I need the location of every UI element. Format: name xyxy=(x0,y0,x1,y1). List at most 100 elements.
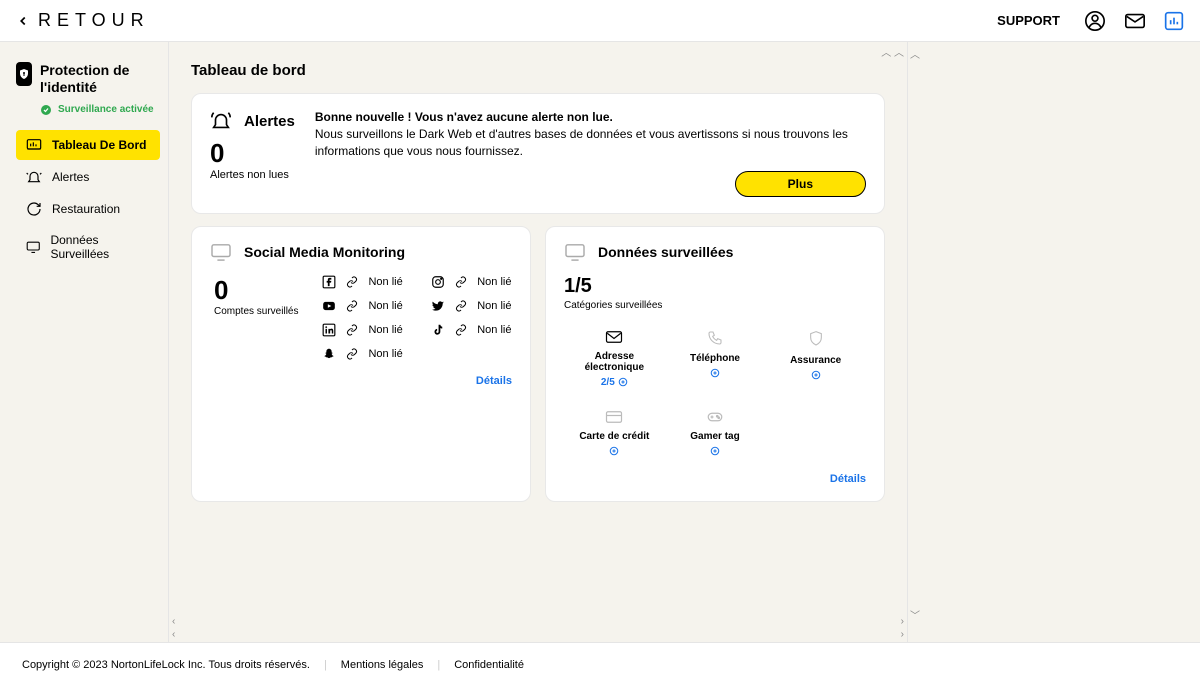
link-icon xyxy=(455,300,467,312)
monitored-data-card: Données surveillées 1/5 Catégories surve… xyxy=(545,226,885,502)
shield-icon xyxy=(808,330,824,348)
app-badge-icon xyxy=(16,62,32,86)
main-content: ︿ ︿ Tableau de bord Alertes 0 Alertes no… xyxy=(168,42,908,642)
sm-sub: Comptes surveillés xyxy=(214,306,298,318)
mon-label: Carte de crédit xyxy=(564,431,665,442)
plus-circle-icon xyxy=(710,368,720,378)
sm-item-twitter[interactable]: Non lié xyxy=(431,299,512,313)
mon-label: Téléphone xyxy=(665,353,766,364)
alerts-count: 0 xyxy=(210,138,295,169)
bell-ring-icon xyxy=(210,110,232,132)
sm-count: 0 xyxy=(214,275,298,306)
check-circle-icon xyxy=(40,104,52,116)
sm-status: Non lié xyxy=(368,348,402,360)
mon-email-status: 2/5 xyxy=(601,377,615,388)
mail-icon[interactable] xyxy=(1124,10,1146,32)
footer-privacy-link[interactable]: Confidentialité xyxy=(454,659,524,671)
alerts-description: Nous surveillons le Dark Web et d'autres… xyxy=(315,126,866,161)
nav-dashboard[interactable]: Tableau De Bord xyxy=(16,130,160,160)
mon-item-email[interactable]: Adresse électronique 2/5 xyxy=(564,330,665,388)
mon-label: Adresse électronique xyxy=(564,351,665,373)
footer: Copyright © 2023 NortonLifeLock Inc. Tou… xyxy=(0,642,1200,687)
mon-label: Gamer tag xyxy=(665,431,766,442)
alerts-headline: Bonne nouvelle ! Vous n'avez aucune aler… xyxy=(315,110,866,124)
sm-title: Social Media Monitoring xyxy=(244,244,405,260)
nav-label: Tableau De Bord xyxy=(52,138,146,152)
plus-circle-icon xyxy=(811,370,821,380)
status-text: Surveillance activée xyxy=(58,104,154,115)
monitor-icon xyxy=(26,239,40,255)
nav: Tableau De Bord Alertes Restauration Don… xyxy=(16,130,160,268)
sidebar: Protection de l'identité Surveillance ac… xyxy=(0,42,168,642)
scroll-indicator-icon: ›› xyxy=(901,616,904,640)
social-media-card: Social Media Monitoring 0 Comptes survei… xyxy=(191,226,531,502)
page-title: Tableau de bord xyxy=(191,62,885,79)
sm-item-tiktok[interactable]: Non lié xyxy=(431,323,512,337)
nav-alerts[interactable]: Alertes xyxy=(16,162,160,192)
sm-status: Non lié xyxy=(477,324,511,336)
nav-label: Restauration xyxy=(52,202,120,216)
phone-icon xyxy=(707,330,723,346)
nav-restore[interactable]: Restauration xyxy=(16,194,160,224)
gamepad-icon xyxy=(706,410,724,424)
sm-status: Non lié xyxy=(368,300,402,312)
sm-item-linkedin[interactable]: Non lié xyxy=(322,323,403,337)
mon-item-gamer[interactable]: Gamer tag xyxy=(665,410,766,459)
nav-label: Alertes xyxy=(52,170,89,184)
sm-details-link[interactable]: Détails xyxy=(210,375,512,387)
support-link[interactable]: SUPPORT xyxy=(997,13,1060,28)
scroll-indicator-icon: ︿ ︿ xyxy=(881,44,904,59)
status-row: Surveillance activée xyxy=(40,104,160,116)
monitor-outline-icon xyxy=(564,243,586,261)
sm-item-snapchat[interactable]: Non lié xyxy=(322,347,403,361)
twitter-icon xyxy=(431,299,445,313)
sm-status: Non lié xyxy=(368,276,402,288)
link-icon xyxy=(346,324,358,336)
mon-label: Assurance xyxy=(765,355,866,366)
sm-item-youtube[interactable]: Non lié xyxy=(322,299,403,313)
mon-sub: Catégories surveillées xyxy=(564,300,866,312)
youtube-icon xyxy=(322,299,336,313)
instagram-icon xyxy=(431,275,445,289)
back-label: Retour xyxy=(38,10,150,31)
mon-item-phone[interactable]: Téléphone xyxy=(665,330,766,388)
sm-item-instagram[interactable]: Non lié xyxy=(431,275,512,289)
more-button[interactable]: Plus xyxy=(735,171,866,197)
nav-monitored[interactable]: Données Surveillées xyxy=(16,226,160,268)
plus-circle-icon xyxy=(618,377,628,387)
mon-details-link[interactable]: Détails xyxy=(564,473,866,485)
alerts-sub: Alertes non lues xyxy=(210,169,295,181)
footer-copyright: Copyright © 2023 NortonLifeLock Inc. Tou… xyxy=(22,659,310,671)
mon-title: Données surveillées xyxy=(598,244,733,260)
sm-status: Non lié xyxy=(477,300,511,312)
link-icon xyxy=(346,300,358,312)
refresh-icon xyxy=(26,201,42,217)
link-icon xyxy=(455,276,467,288)
scroll-indicator-icon: ‹‹ xyxy=(172,616,175,640)
monitor-outline-icon xyxy=(210,243,232,261)
back-button[interactable]: Retour xyxy=(16,10,150,31)
account-icon[interactable] xyxy=(1084,10,1106,32)
snapchat-icon xyxy=(322,347,336,361)
plus-circle-icon xyxy=(609,446,619,456)
mail-icon xyxy=(605,330,623,344)
topbar: Retour SUPPORT xyxy=(0,0,1200,42)
bell-icon xyxy=(26,169,42,185)
link-icon xyxy=(346,276,358,288)
link-icon xyxy=(455,324,467,336)
mon-ratio: 1/5 xyxy=(564,275,866,298)
stats-icon[interactable] xyxy=(1164,11,1184,31)
footer-legal-link[interactable]: Mentions légales xyxy=(341,659,424,671)
tiktok-icon xyxy=(431,323,445,337)
link-icon xyxy=(346,348,358,360)
chevron-left-icon xyxy=(16,12,30,30)
nav-label: Données Surveillées xyxy=(50,233,150,261)
sm-status: Non lié xyxy=(368,324,402,336)
right-gutter: ︿ ﹀ xyxy=(908,42,924,642)
sm-status: Non lié xyxy=(477,276,511,288)
mon-item-insurance[interactable]: Assurance xyxy=(765,330,866,388)
mon-item-credit[interactable]: Carte de crédit xyxy=(564,410,665,459)
scroll-indicator-icon: ﹀ xyxy=(910,607,920,622)
facebook-icon xyxy=(322,275,336,289)
sm-item-facebook[interactable]: Non lié xyxy=(322,275,403,289)
